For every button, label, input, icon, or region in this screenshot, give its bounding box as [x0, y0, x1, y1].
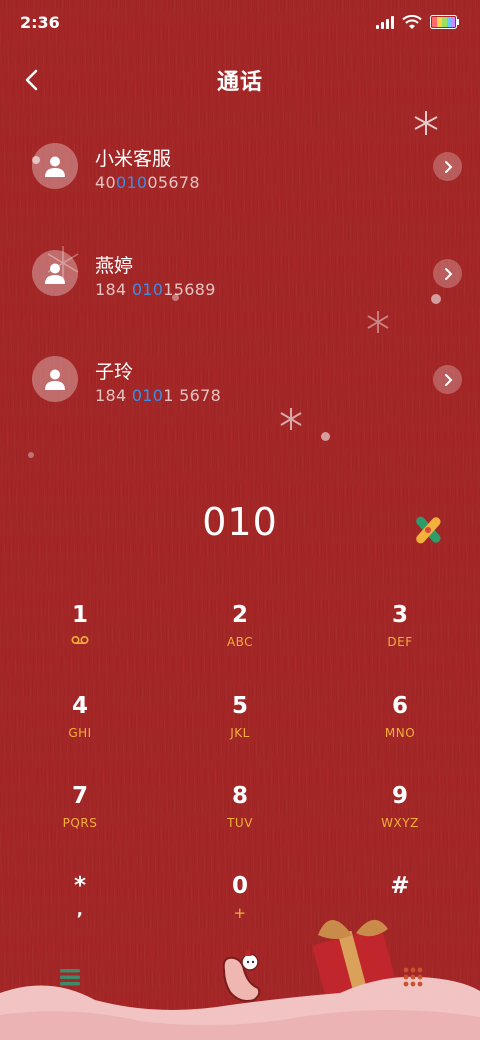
clear-icon: [416, 516, 441, 544]
contact-detail-button[interactable]: [433, 152, 462, 181]
dialpad-icon: [403, 967, 423, 987]
contact-row[interactable]: 燕婷 184 01015689: [0, 225, 480, 321]
contact-number: 4001005678: [95, 173, 200, 192]
key-8[interactable]: 8 TUV: [180, 776, 300, 848]
contact-avatar: [32, 143, 78, 189]
dialpad-toggle-button[interactable]: [398, 962, 428, 992]
call-icon: [222, 950, 261, 1002]
key-digit: 0: [231, 873, 248, 899]
contact-name: 燕婷: [95, 255, 134, 277]
key-hash[interactable]: #: [340, 866, 460, 938]
key-4[interactable]: 4 GHI: [20, 686, 140, 758]
key-letters: TUV: [227, 816, 253, 830]
key-letters: ABC: [226, 635, 254, 649]
key-digit: 3: [391, 602, 408, 628]
key-5[interactable]: 5 JKL: [180, 686, 300, 758]
call-button[interactable]: [214, 948, 268, 1004]
key-digit: 1: [71, 602, 88, 628]
contact-avatar: [32, 250, 78, 296]
contact-row[interactable]: 子玲 184 0101 5678: [0, 331, 480, 427]
key-digit: 2: [231, 602, 248, 628]
dialed-number: 010: [202, 500, 278, 544]
contact-avatar: [32, 356, 78, 402]
key-letters: ,: [76, 900, 84, 919]
key-9[interactable]: 9 WXYZ: [340, 776, 460, 848]
chevron-left-icon: [25, 69, 38, 91]
key-digit: 7: [71, 783, 88, 809]
contact-list: 小米客服 4001005678 燕婷 184 01015689 子玲 184 0…: [0, 118, 480, 468]
key-digit: 5: [231, 693, 248, 719]
key-3[interactable]: 3 DEF: [340, 595, 460, 667]
menu-button[interactable]: [56, 962, 86, 992]
person-icon: [45, 156, 65, 177]
key-letters: PQRS: [62, 816, 98, 830]
contact-name: 子玲: [95, 361, 134, 383]
contact-row[interactable]: 小米客服 4001005678: [0, 118, 480, 214]
clear-button[interactable]: [410, 512, 446, 548]
key-letters: WXYZ: [381, 816, 419, 830]
key-digit: 6: [391, 693, 408, 719]
person-icon: [45, 263, 65, 284]
contact-number: 184 0101 5678: [95, 386, 222, 405]
wifi-icon: [402, 14, 422, 30]
key-7[interactable]: 7 PQRS: [20, 776, 140, 848]
menu-icon: [60, 969, 80, 986]
header: 通话: [0, 52, 480, 108]
key-letters: +: [233, 904, 247, 922]
key-letters: MNO: [384, 726, 416, 740]
key-digit: 4: [71, 693, 88, 719]
status-bar: 2:36: [0, 0, 480, 44]
key-letters: JKL: [230, 726, 250, 740]
contact-number: 184 01015689: [95, 280, 216, 299]
person-icon: [45, 369, 65, 390]
key-2[interactable]: 2 ABC: [180, 595, 300, 667]
battery-icon: [430, 15, 460, 29]
chevron-right-icon: [444, 160, 452, 173]
key-6[interactable]: 6 MNO: [340, 686, 460, 758]
key-1[interactable]: 1: [20, 595, 140, 667]
bottom-bar: [0, 940, 480, 1040]
key-digit: 9: [391, 783, 408, 809]
key-letters: DEF: [387, 635, 413, 649]
status-icons: [376, 14, 460, 30]
key-0[interactable]: 0 +: [180, 866, 300, 938]
contact-detail-button[interactable]: [433, 365, 462, 394]
signal-icon: [376, 15, 394, 29]
voicemail-icon: [71, 635, 89, 645]
key-digit: 8: [231, 783, 248, 809]
key-star[interactable]: * ,: [20, 866, 140, 938]
status-time: 2:36: [20, 12, 60, 32]
key-digit: #: [390, 873, 410, 899]
back-button[interactable]: [12, 60, 52, 100]
page-title: 通话: [216, 70, 263, 95]
chevron-right-icon: [444, 267, 452, 280]
chevron-right-icon: [444, 373, 452, 386]
contact-name: 小米客服: [95, 148, 172, 170]
key-letters: GHI: [68, 726, 92, 740]
contact-detail-button[interactable]: [433, 259, 462, 288]
